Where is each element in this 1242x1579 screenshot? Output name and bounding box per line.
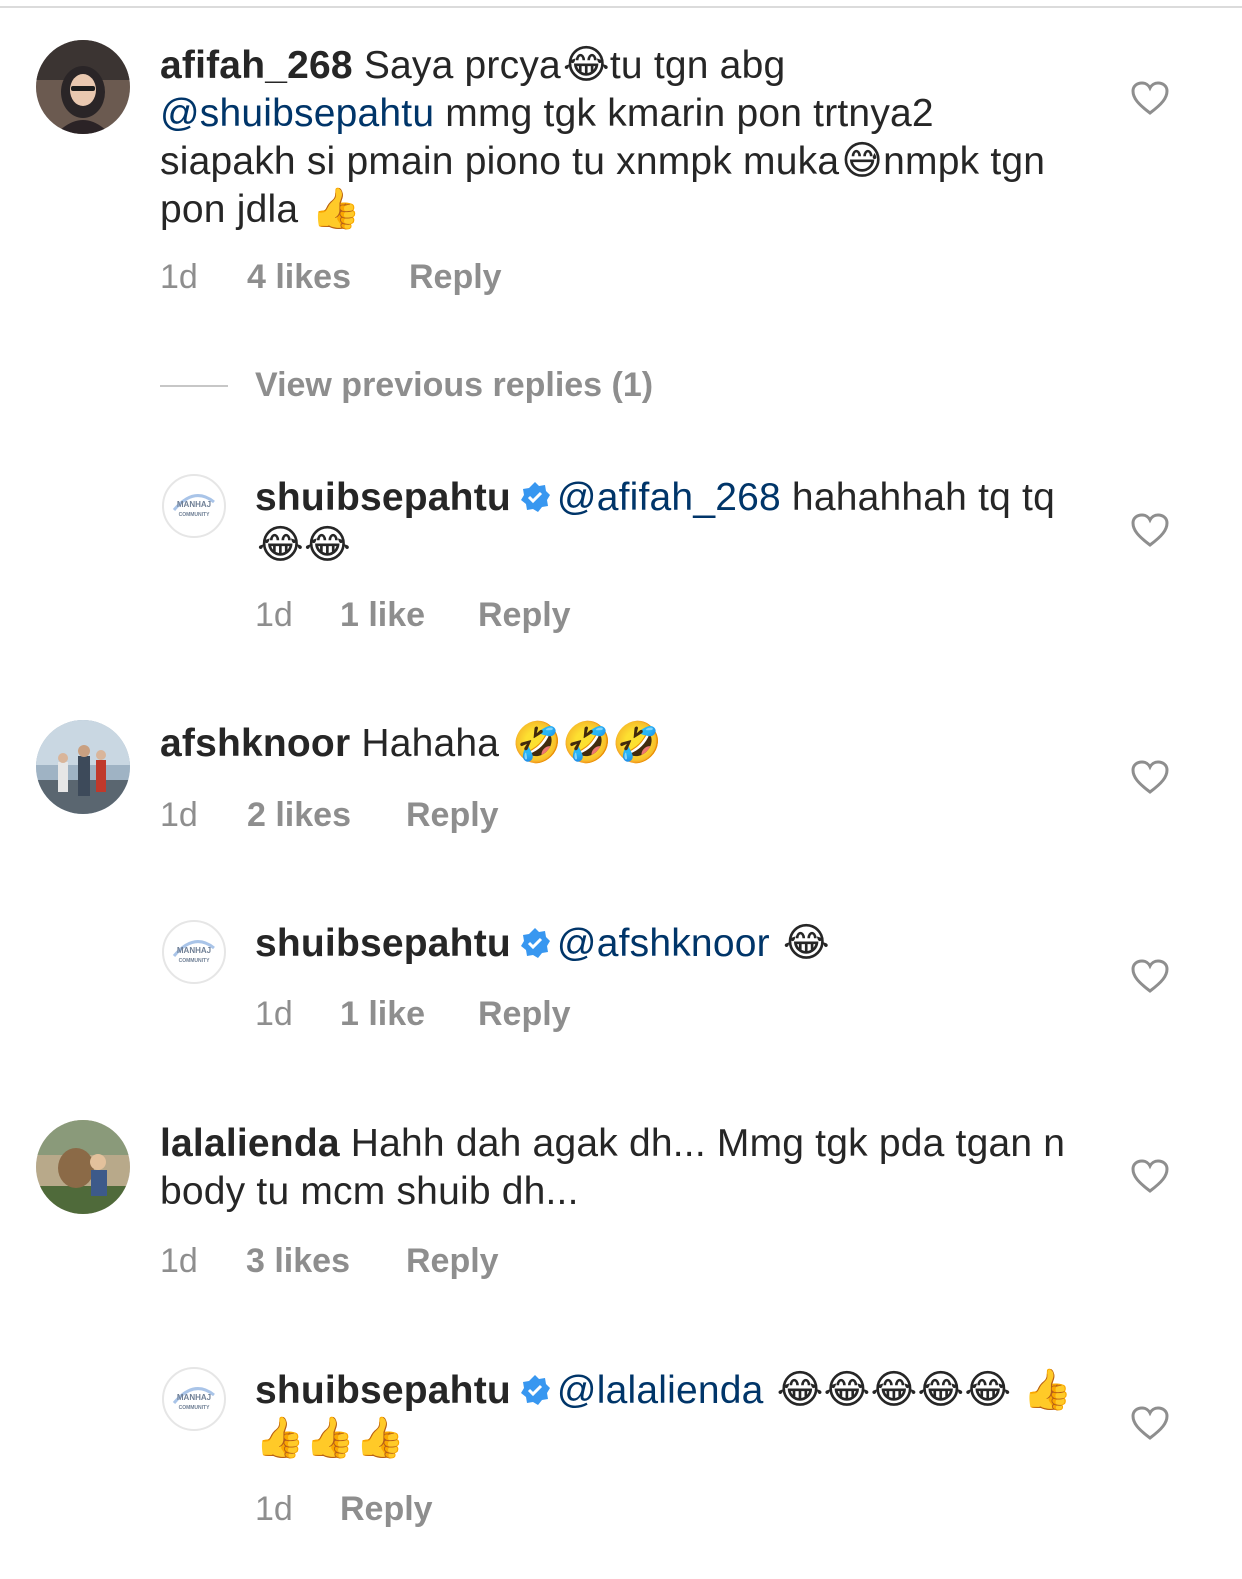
- heart-icon[interactable]: [1130, 1158, 1170, 1194]
- avatar-shuibsepahtu[interactable]: MANHAJ COMMUNITY: [162, 920, 226, 984]
- verified-badge-icon: [520, 1375, 550, 1405]
- avatar-lalalienda[interactable]: [36, 1120, 130, 1214]
- verified-badge-icon: [520, 928, 550, 958]
- reply-button[interactable]: Reply: [478, 596, 571, 635]
- verified-badge-icon: [520, 482, 550, 512]
- reply-button[interactable]: Reply: [406, 796, 499, 835]
- username-link[interactable]: shuibsepahtu: [255, 1369, 511, 1412]
- emoji: 😅: [841, 139, 884, 183]
- username-link[interactable]: afifah_268: [160, 44, 353, 87]
- heart-icon[interactable]: [1130, 512, 1170, 548]
- emoji: 😂😂: [257, 523, 351, 567]
- username-link[interactable]: shuibsepahtu: [255, 922, 511, 965]
- timestamp: 1d: [160, 258, 198, 296]
- likes-count[interactable]: 2 likes: [247, 796, 351, 835]
- timestamp: 1d: [255, 596, 293, 634]
- username-link[interactable]: afshknoor: [160, 722, 350, 765]
- heart-icon[interactable]: [1130, 958, 1170, 994]
- replies-line: [160, 385, 228, 387]
- reply-button[interactable]: Reply: [409, 258, 502, 297]
- svg-text:COMMUNITY: COMMUNITY: [179, 1405, 210, 1411]
- avatar-afshknoor[interactable]: [36, 720, 130, 814]
- mention-link[interactable]: @afifah_268: [557, 476, 781, 519]
- reply-text: [764, 1369, 775, 1412]
- comment-text: tu tgn abg: [609, 44, 786, 87]
- svg-text:MANHAJ: MANHAJ: [177, 946, 211, 955]
- emoji: 😂: [562, 43, 610, 87]
- timestamp: 1d: [255, 995, 293, 1033]
- svg-text:MANHAJ: MANHAJ: [177, 500, 211, 509]
- comment-body: lalalienda Hahh dah agak dh... Mmg tgk p…: [160, 1120, 1080, 1216]
- heart-icon[interactable]: [1130, 1405, 1170, 1441]
- top-divider: [0, 6, 1242, 8]
- heart-icon[interactable]: [1130, 759, 1170, 795]
- mention-link[interactable]: @shuibsepahtu: [160, 92, 434, 135]
- reply-body: shuibsepahtu @afifah_268 hahahhah tq tq 😂…: [255, 474, 1075, 570]
- timestamp: 1d: [160, 1242, 198, 1280]
- reply-button[interactable]: Reply: [340, 1490, 433, 1529]
- reply-button[interactable]: Reply: [406, 1242, 499, 1281]
- comment-text: Hahaha: [350, 722, 511, 765]
- reply-text: hahahhah tq tq: [780, 476, 1055, 519]
- timestamp: 1d: [160, 796, 198, 834]
- emoji: 😂: [782, 921, 830, 965]
- mention-link[interactable]: @afshknoor: [557, 922, 770, 965]
- comment-text: Saya prcya: [352, 44, 561, 87]
- reply-button[interactable]: Reply: [478, 995, 571, 1034]
- comment-body: afshknoor Hahaha 🤣🤣🤣: [160, 720, 1080, 768]
- reply-body: shuibsepahtu @lalalienda 😂😂😂😂😂 👍👍👍👍: [255, 1367, 1075, 1463]
- emoji: 👍: [311, 187, 362, 231]
- avatar-afifah[interactable]: [36, 40, 130, 134]
- likes-count[interactable]: 1 like: [340, 596, 425, 635]
- svg-text:MANHAJ: MANHAJ: [177, 1393, 211, 1402]
- svg-text:COMMUNITY: COMMUNITY: [179, 512, 210, 518]
- username-link[interactable]: shuibsepahtu: [255, 476, 511, 519]
- mention-link[interactable]: @lalalienda: [557, 1369, 764, 1412]
- reply-body: shuibsepahtu @afshknoor 😂: [255, 920, 1075, 968]
- avatar-shuibsepahtu[interactable]: MANHAJ COMMUNITY: [162, 1367, 226, 1431]
- avatar-shuibsepahtu[interactable]: MANHAJ COMMUNITY: [162, 474, 226, 538]
- emoji: 🤣🤣🤣: [512, 721, 663, 765]
- timestamp: 1d: [255, 1490, 293, 1528]
- svg-text:COMMUNITY: COMMUNITY: [179, 958, 210, 964]
- likes-count[interactable]: 3 likes: [246, 1242, 350, 1281]
- username-link[interactable]: lalalienda: [160, 1122, 340, 1165]
- view-previous-label[interactable]: View previous replies (1): [255, 366, 653, 405]
- reply-text: [770, 922, 781, 965]
- heart-icon[interactable]: [1130, 80, 1170, 116]
- likes-count[interactable]: 4 likes: [247, 258, 351, 297]
- comment-body: afifah_268 Saya prcya😂tu tgn abg @shuibse…: [160, 42, 1080, 234]
- likes-count[interactable]: 1 like: [340, 995, 425, 1034]
